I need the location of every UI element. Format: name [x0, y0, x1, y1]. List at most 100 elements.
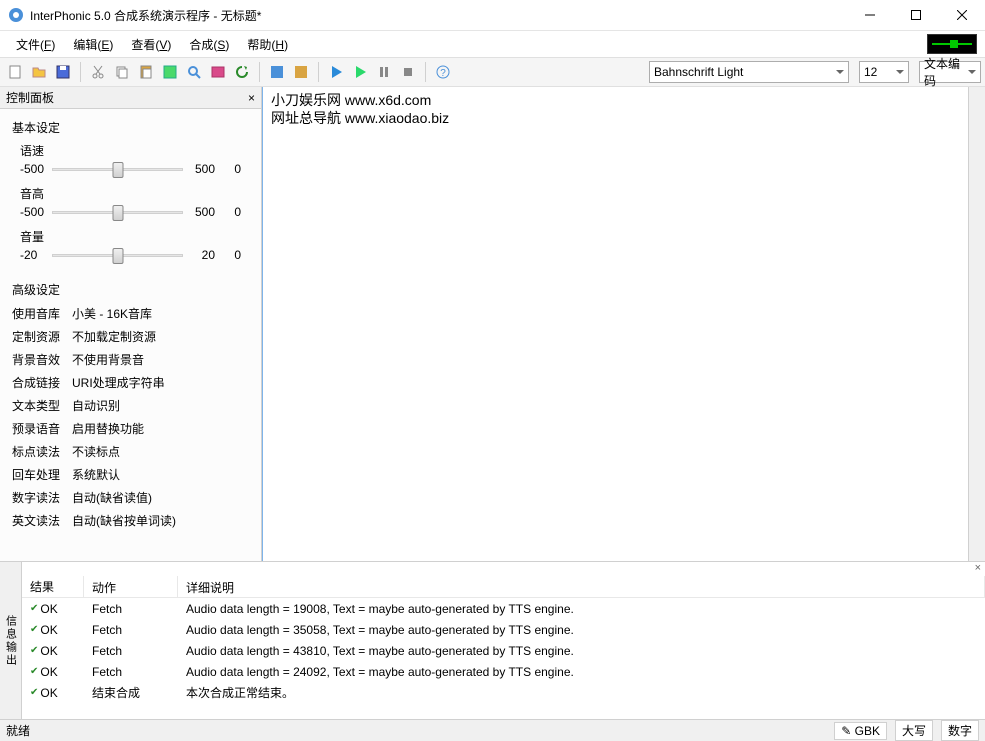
resource-combo[interactable]: 不加载定制资源 — [72, 328, 249, 345]
check-icon: ✔ — [30, 687, 38, 698]
punct-combo[interactable]: 不读标点 — [72, 443, 249, 460]
open-button[interactable] — [28, 61, 50, 83]
pause-button[interactable] — [373, 61, 395, 83]
fontsize-combo[interactable]: 12 — [859, 61, 909, 83]
copy-button[interactable] — [111, 61, 133, 83]
level-indicator — [927, 34, 977, 54]
select-button[interactable] — [159, 61, 181, 83]
volume-slider[interactable] — [52, 245, 183, 265]
check-icon: ✔ — [30, 624, 38, 635]
play2-button[interactable] — [349, 61, 371, 83]
punct-label: 标点读法 — [12, 443, 68, 460]
menu-file[interactable]: 文件(F) — [8, 32, 63, 57]
editor-vscrollbar[interactable] — [968, 87, 985, 561]
log-row[interactable]: ✔ OKFetchAudio data length = 24092, Text… — [22, 661, 985, 682]
speed-max: 500 — [185, 162, 215, 176]
speed-label: 语速 — [20, 142, 241, 159]
log-col-action[interactable]: 动作 — [84, 576, 178, 597]
menu-synth[interactable]: 合成(S) — [181, 32, 237, 57]
panel-title-label: 控制面板 — [6, 89, 54, 106]
window-title: InterPhonic 5.0 合成系统演示程序 - 无标题* — [30, 7, 847, 24]
english-label: 英文读法 — [12, 512, 68, 529]
log-close-button[interactable]: × — [22, 562, 985, 576]
log-table: 结果 动作 详细说明 ✔ OKFetchAudio data length = … — [22, 576, 985, 719]
pitch-min: -500 — [20, 205, 50, 219]
menu-help[interactable]: 帮助(H) — [239, 32, 296, 57]
new-button[interactable] — [4, 61, 26, 83]
link-label: 合成链接 — [12, 374, 68, 391]
resource-label: 定制资源 — [12, 328, 68, 345]
refresh-button[interactable] — [231, 61, 253, 83]
prevoice-label: 预录语音 — [12, 420, 68, 437]
volume-slider-group: 音量 -20 20 0 — [4, 226, 257, 269]
help-button[interactable]: ? — [432, 61, 454, 83]
bgsound-label: 背景音效 — [12, 351, 68, 368]
tool-b-button[interactable] — [290, 61, 312, 83]
volume-max: 20 — [185, 248, 215, 262]
menu-view[interactable]: 查看(V) — [123, 32, 179, 57]
voice-combo[interactable]: 小美 - 16K音库 — [72, 305, 249, 322]
log-col-result[interactable]: 结果 — [22, 576, 84, 597]
save-button[interactable] — [52, 61, 74, 83]
link-combo[interactable]: URI处理成字符串 — [72, 374, 249, 391]
speed-value: 0 — [217, 162, 241, 176]
menubar: 文件(F) 编辑(E) 查看(V) 合成(S) 帮助(H) — [0, 31, 985, 57]
status-caps: 大写 — [895, 720, 933, 741]
speed-slider[interactable] — [52, 159, 183, 179]
titlebar: InterPhonic 5.0 合成系统演示程序 - 无标题* — [0, 0, 985, 31]
volume-value: 0 — [217, 248, 241, 262]
status-num: 数字 — [941, 720, 979, 741]
find-button[interactable] — [183, 61, 205, 83]
enter-combo[interactable]: 系统默认 — [72, 466, 249, 483]
advanced-section-label: 高级设定 — [4, 277, 257, 302]
bgsound-combo[interactable]: 不使用背景音 — [72, 351, 249, 368]
status-ready: 就绪 — [6, 722, 30, 739]
basic-section-label: 基本设定 — [4, 115, 257, 140]
minimize-button[interactable] — [847, 0, 893, 31]
encoding-combo[interactable]: 文本编码 — [919, 61, 981, 83]
volume-min: -20 — [20, 248, 50, 262]
volume-label: 音量 — [20, 228, 241, 245]
toolbar: ? Bahnschrift Light 12 文本编码 — [0, 57, 985, 87]
statusbar: 就绪 ✎ GBK 大写 数字 — [0, 719, 985, 741]
log-row[interactable]: ✔ OKFetchAudio data length = 43810, Text… — [22, 640, 985, 661]
enter-label: 回车处理 — [12, 466, 68, 483]
status-encoding-icon: ✎ GBK — [834, 722, 887, 740]
app-icon — [8, 7, 24, 23]
log-row[interactable]: ✔ OK结束合成本次合成正常结束。 — [22, 682, 985, 703]
settings-button[interactable] — [207, 61, 229, 83]
number-combo[interactable]: 自动(缺省读值) — [72, 489, 249, 506]
close-button[interactable] — [939, 0, 985, 31]
maximize-button[interactable] — [893, 0, 939, 31]
log-tab[interactable]: 信息输出 — [0, 562, 22, 719]
speed-slider-group: 语速 -500 500 0 — [4, 140, 257, 183]
text-editor[interactable]: 小刀娱乐网 www.x6d.com 网址总导航 www.xiaodao.biz — [263, 87, 968, 561]
log-col-detail[interactable]: 详细说明 — [178, 576, 985, 597]
log-row[interactable]: ✔ OKFetchAudio data length = 35058, Text… — [22, 619, 985, 640]
pitch-value: 0 — [217, 205, 241, 219]
voice-label: 使用音库 — [12, 305, 68, 322]
play-button[interactable] — [325, 61, 347, 83]
prevoice-combo[interactable]: 启用替换功能 — [72, 420, 249, 437]
speed-min: -500 — [20, 162, 50, 176]
menu-edit[interactable]: 编辑(E) — [65, 32, 121, 57]
log-row[interactable]: ✔ OKFetchAudio data length = 19008, Text… — [22, 598, 985, 619]
english-combo[interactable]: 自动(缺省按单词读) — [72, 512, 249, 529]
log-panel: 信息输出 × 结果 动作 详细说明 ✔ OKFetchAudio data le… — [0, 561, 985, 719]
control-panel: 控制面板 × 基本设定 语速 -500 500 0 音高 -500 500 — [0, 87, 262, 561]
cut-button[interactable] — [87, 61, 109, 83]
paste-button[interactable] — [135, 61, 157, 83]
pitch-slider[interactable] — [52, 202, 183, 222]
tool-a-button[interactable] — [266, 61, 288, 83]
panel-close-button[interactable]: × — [248, 91, 255, 105]
pitch-slider-group: 音高 -500 500 0 — [4, 183, 257, 226]
svg-text:?: ? — [440, 68, 446, 79]
number-label: 数字读法 — [12, 489, 68, 506]
texttype-combo[interactable]: 自动识别 — [72, 397, 249, 414]
stop-button[interactable] — [397, 61, 419, 83]
check-icon: ✔ — [30, 603, 38, 614]
pitch-label: 音高 — [20, 185, 241, 202]
font-combo[interactable]: Bahnschrift Light — [649, 61, 849, 83]
check-icon: ✔ — [30, 666, 38, 677]
editor-pane: 小刀娱乐网 www.x6d.com 网址总导航 www.xiaodao.biz — [262, 87, 985, 561]
